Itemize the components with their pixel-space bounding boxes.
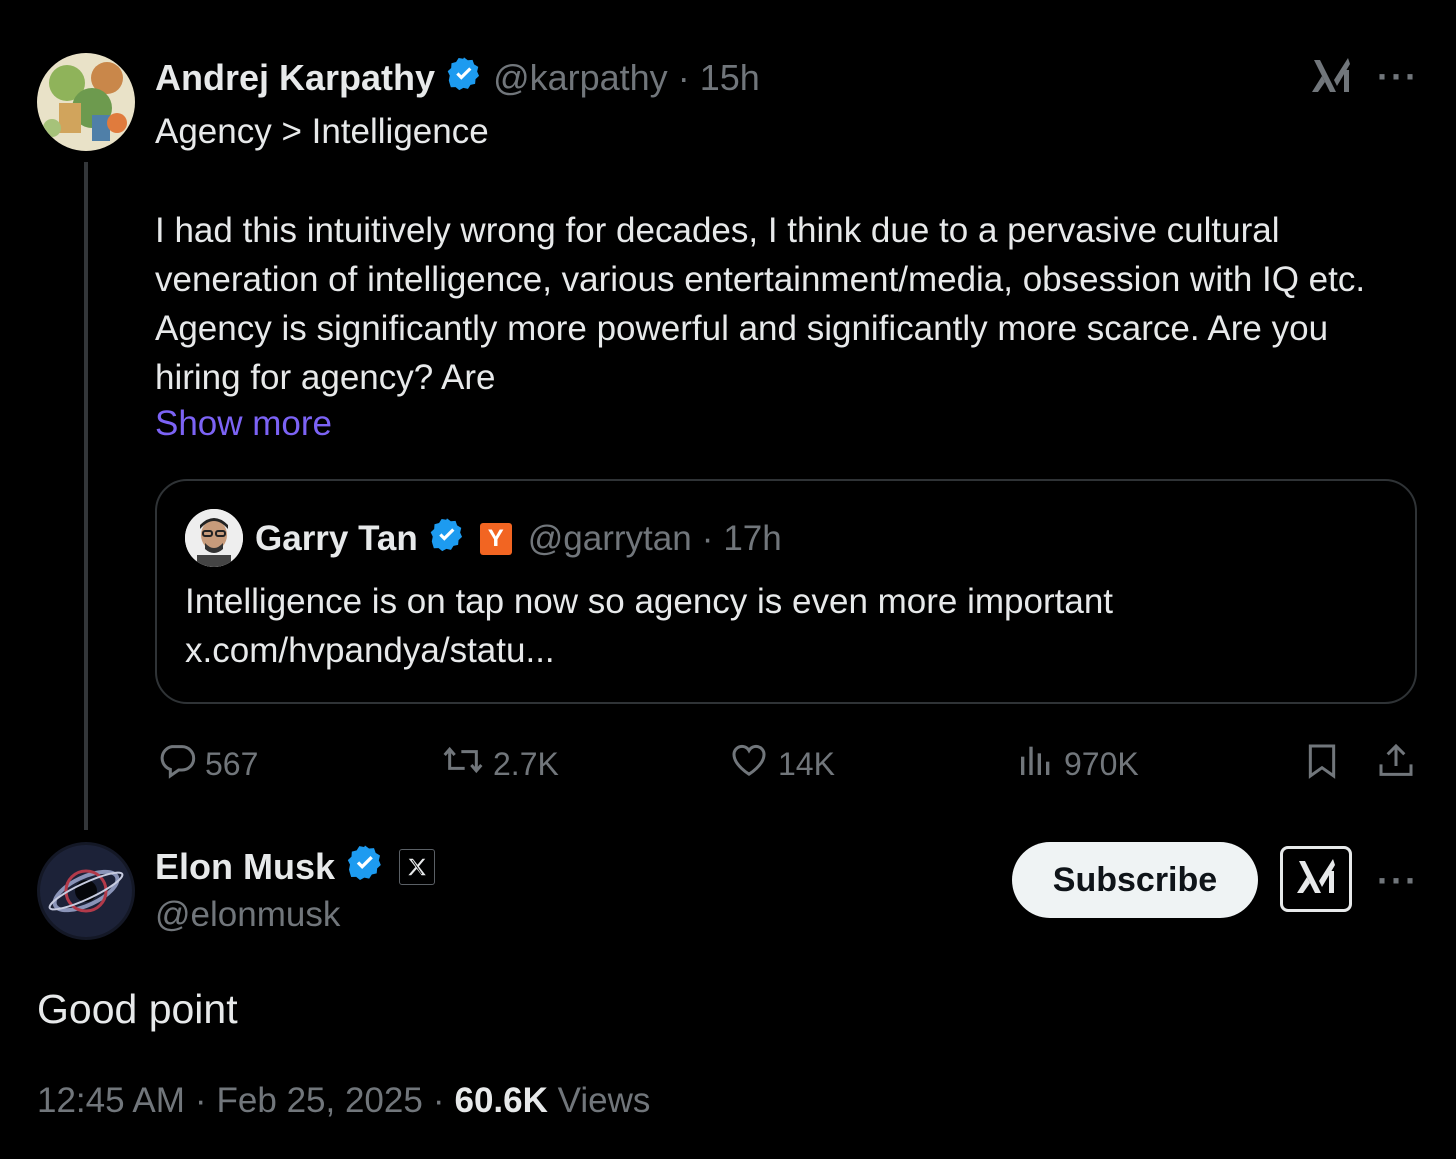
more-icon[interactable]: ··· — [1377, 860, 1419, 902]
repost-count: 2.7K — [493, 745, 559, 782]
repost-icon — [441, 740, 485, 788]
tweet-meta: 12:45 AM · Feb 25, 2025 · 60.6K Views — [37, 1079, 650, 1123]
grok-icon — [1294, 857, 1338, 902]
parent-handle[interactable]: @karpathy — [493, 57, 668, 99]
main-author-name[interactable]: Elon Musk — [155, 846, 335, 888]
elonmusk-avatar[interactable] — [37, 842, 135, 940]
more-icon[interactable]: ··· — [1377, 56, 1419, 98]
views-button[interactable]: 970K — [1016, 740, 1139, 788]
bookmark-icon[interactable] — [1302, 740, 1342, 787]
garrytan-avatar[interactable] — [185, 509, 243, 567]
share-icon[interactable] — [1376, 740, 1416, 787]
tweet-views: 60.6K Views — [454, 1079, 650, 1123]
quote-text-line1: Intelligence is on tap now so agency is … — [185, 582, 1114, 621]
repost-button[interactable]: 2.7K — [441, 740, 559, 788]
tweet-date[interactable]: Feb 25, 2025 — [217, 1079, 423, 1123]
like-button[interactable]: 14K — [728, 740, 835, 788]
parent-author-name[interactable]: Andrej Karpathy — [155, 57, 435, 99]
views-label: Views — [557, 1081, 651, 1120]
main-tweet-text: Good point — [37, 986, 238, 1032]
parent-timestamp[interactable]: 15h — [700, 57, 760, 99]
reply-button[interactable]: 567 — [157, 740, 258, 788]
verified-badge-icon — [445, 55, 483, 102]
views-count-main: 60.6K — [454, 1081, 548, 1120]
separator-dot: · — [194, 1081, 207, 1120]
quote-handle[interactable]: @garrytan — [528, 519, 692, 559]
grok-button[interactable] — [1280, 846, 1352, 912]
reply-count: 567 — [205, 745, 259, 782]
ycombinator-badge-icon: Y — [479, 523, 512, 555]
parent-body-text: I had this intuitively wrong for decades… — [155, 211, 1366, 397]
quote-timestamp[interactable]: 17h — [723, 519, 781, 559]
views-icon — [1016, 740, 1056, 788]
like-icon — [728, 740, 770, 788]
separator-dot: · — [677, 57, 690, 98]
quote-author-name[interactable]: Garry Tan — [255, 519, 418, 559]
show-more-link[interactable]: Show more — [155, 402, 332, 446]
yc-badge-letter: Y — [487, 525, 504, 552]
separator-dot: · — [701, 519, 714, 558]
verified-badge-icon — [345, 843, 385, 892]
thread-connector-line — [84, 162, 88, 830]
karpathy-avatar[interactable] — [37, 53, 135, 151]
separator-dot: · — [432, 1081, 445, 1120]
main-handle[interactable]: @elonmusk — [155, 893, 340, 937]
parent-title-line: Agency > Intelligence — [155, 112, 489, 151]
verified-badge-icon — [428, 516, 466, 563]
views-count: 970K — [1064, 745, 1139, 782]
reply-icon — [157, 740, 197, 788]
subscribe-button[interactable]: Subscribe — [1012, 842, 1258, 918]
tweet-time[interactable]: 12:45 AM — [37, 1079, 185, 1123]
grok-icon[interactable] — [1310, 56, 1352, 96]
like-count: 14K — [778, 745, 835, 782]
x-logo-icon — [399, 849, 436, 885]
quote-link[interactable]: x.com/hvpandya/statu... — [185, 629, 555, 673]
